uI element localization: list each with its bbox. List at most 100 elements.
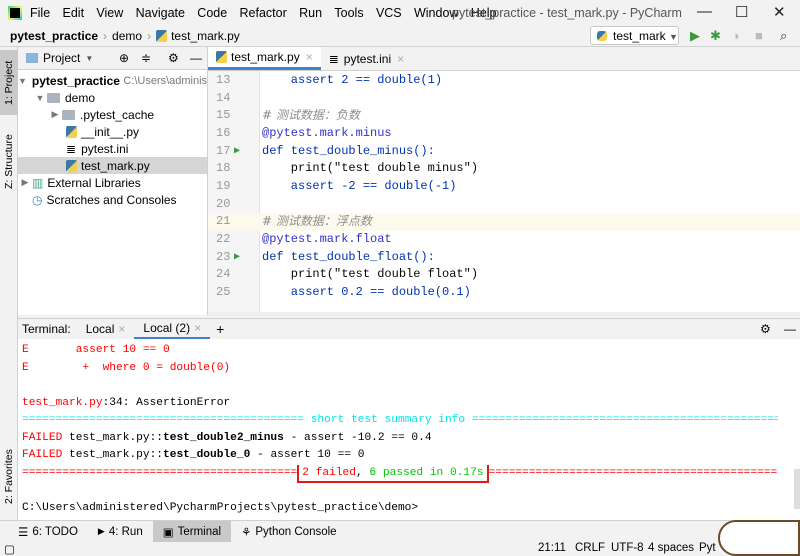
horizontal-scrollbar[interactable]	[208, 312, 800, 316]
separator: ========================================…	[488, 467, 778, 479]
line-number: 18	[216, 161, 231, 176]
code-line[interactable]: 24 print("test double float")	[208, 266, 800, 284]
tab-project[interactable]: 1: Project	[0, 50, 18, 115]
menu-code[interactable]: Code	[197, 6, 227, 20]
locate-icon[interactable]: ⊕	[119, 51, 129, 65]
tab-structure[interactable]: Z: Structure	[0, 127, 18, 197]
cursor-position[interactable]: 21:11	[538, 542, 566, 554]
tree-item-scratches[interactable]: ◷ Scratches and Consoles	[18, 191, 207, 208]
line-number: 22	[216, 231, 231, 246]
code-text: @pytest.mark.minus	[262, 125, 392, 140]
code-line[interactable]: 19 assert -2 == double(-1)	[208, 178, 800, 196]
code-text: @pytest.mark.float	[262, 231, 392, 246]
passed-count: 6 passed in 0.17s	[369, 467, 484, 479]
maximize-button[interactable]: ☐	[735, 3, 748, 21]
code-line[interactable]: 13 assert 2 == double(1)	[208, 72, 800, 90]
stop-icon[interactable]: ■	[755, 28, 763, 43]
tree-item-pytest-cache[interactable]: ▶ .pytest_cache	[18, 106, 207, 123]
tree-item-pytest-ini[interactable]: ≣ pytest.ini	[18, 140, 207, 157]
code-line[interactable]: 18 print("test double minus")	[208, 160, 800, 178]
menu-file[interactable]: File	[30, 6, 50, 20]
menu-refactor[interactable]: Refactor	[240, 6, 287, 20]
scratches-icon: ◷	[32, 192, 43, 207]
python-file-icon	[66, 159, 77, 172]
tool-tab-python-console[interactable]: ⚘ Python Console	[231, 521, 347, 543]
terminal-line: test_mark.py:34: AssertionError	[22, 395, 778, 413]
code-line[interactable]: 22 @pytest.mark.float	[208, 231, 800, 249]
menu-navigate[interactable]: Navigate	[136, 6, 185, 20]
interpreter[interactable]: Pyt	[699, 542, 716, 554]
tree-item-init[interactable]: __init__.py	[18, 123, 207, 140]
code-line[interactable]: 21 # 测试数据：浮点数	[208, 213, 800, 231]
code-line[interactable]: 14	[208, 90, 800, 108]
close-tab-icon[interactable]: ×	[118, 322, 125, 336]
debug-icon[interactable]: ✱	[710, 28, 721, 44]
gear-icon[interactable]: ⚙	[168, 51, 179, 65]
hide-icon[interactable]: —	[190, 51, 202, 65]
tree-label: Scratches and Consoles	[46, 192, 177, 207]
terminal-line: E assert 10 == 0	[22, 344, 170, 356]
tab-favorites[interactable]: 2: Favorites	[0, 442, 18, 512]
tab-label: 4: Run	[108, 525, 143, 538]
run-config-select[interactable]: test_mark ▼	[590, 26, 679, 45]
comma: ,	[355, 467, 370, 479]
terminal-panel: Terminal: Local × Local (2) × + ⚙ — E asse…	[18, 318, 800, 520]
search-icon[interactable]: ⌕	[780, 28, 787, 44]
code-editor[interactable]: test_mark.py × ≣ pytest.ini × 13 assert 2 =…	[208, 47, 800, 315]
terminal-scrollbar[interactable]	[794, 469, 800, 509]
breadcrumb-project[interactable]: pytest_practice	[10, 29, 98, 43]
run-icon[interactable]: ▶	[690, 28, 700, 44]
tree-item-demo[interactable]: ▼ demo	[18, 89, 207, 106]
menu-edit[interactable]: Edit	[63, 6, 85, 20]
close-button[interactable]: ✕	[773, 3, 786, 21]
code-line[interactable]: 23 ▶ def test_double_float():	[208, 249, 800, 267]
folder-icon	[62, 109, 75, 120]
tree-path: C:\Users\adminis	[123, 74, 208, 87]
hide-icon[interactable]: —	[784, 322, 796, 336]
tree-item-project-root[interactable]: ▼ pytest_practice C:\Users\adminis	[18, 72, 207, 89]
indent-setting[interactable]: 4 spaces	[648, 542, 694, 554]
collapse-all-icon[interactable]: ≑	[141, 51, 151, 65]
terminal-tab-local[interactable]: Local ×	[77, 319, 135, 339]
event-log-icon[interactable]: ▢	[4, 542, 15, 556]
tree-label: pytest.ini	[81, 141, 129, 156]
tree-item-test-mark[interactable]: test_mark.py	[18, 157, 207, 174]
tool-tab-run[interactable]: ▶ 4: Run	[88, 521, 153, 543]
tab-test-mark-py[interactable]: test_mark.py ×	[208, 47, 321, 70]
close-tab-icon[interactable]: ×	[306, 50, 313, 64]
tool-tab-terminal[interactable]: ▣ Terminal	[152, 520, 232, 543]
minimize-button[interactable]: —	[697, 3, 712, 20]
terminal-tab-local-2[interactable]: Local (2) ×	[134, 319, 211, 339]
code-line[interactable]: 16 @pytest.mark.minus	[208, 125, 800, 143]
code-line[interactable]: 25 assert 0.2 == double(0.1)	[208, 284, 800, 302]
file-encoding[interactable]: UTF-8	[611, 542, 644, 554]
tab-pytest-ini[interactable]: ≣ pytest.ini ×	[321, 47, 412, 70]
menu-run[interactable]: Run	[299, 6, 322, 20]
terminal-prompt[interactable]: C:\Users\administered\PycharmProjects\py…	[22, 500, 778, 518]
menu-vcs[interactable]: VCS	[376, 6, 402, 20]
menu-tools[interactable]: Tools	[334, 6, 363, 20]
code-line[interactable]: 20	[208, 196, 800, 214]
failed-tag: FAILED	[22, 432, 63, 444]
new-terminal-icon[interactable]: +	[216, 321, 224, 337]
code-line[interactable]: 17 ▶ def test_double_minus():	[208, 143, 800, 161]
close-tab-icon[interactable]: ×	[194, 321, 201, 335]
run-test-icon[interactable]: ▶	[234, 249, 240, 267]
tool-tab-todo[interactable]: ☰ 6: TODO	[8, 521, 88, 543]
breadcrumb-file[interactable]: test_mark.py	[171, 29, 240, 43]
list-icon: ☰	[18, 526, 29, 539]
tree-item-external-libraries[interactable]: ▶ ▥ External Libraries	[18, 174, 207, 191]
menu-view[interactable]: View	[96, 6, 123, 20]
breadcrumb-demo[interactable]: demo	[112, 29, 142, 43]
tab-label: Python Console	[255, 525, 337, 538]
code-text: print("test double float")	[262, 267, 479, 282]
code-line[interactable]: 15 # 测试数据：负数	[208, 107, 800, 125]
error-text: :34: AssertionError	[102, 397, 231, 409]
python-file-icon	[156, 30, 168, 42]
project-view-select[interactable]: Project	[43, 51, 80, 65]
run-test-icon[interactable]: ▶	[234, 143, 240, 161]
gear-icon[interactable]: ⚙	[760, 322, 771, 336]
coverage-icon[interactable]: ◗	[733, 28, 741, 43]
close-tab-icon[interactable]: ×	[397, 52, 404, 66]
line-separator[interactable]: CRLF	[575, 542, 605, 554]
